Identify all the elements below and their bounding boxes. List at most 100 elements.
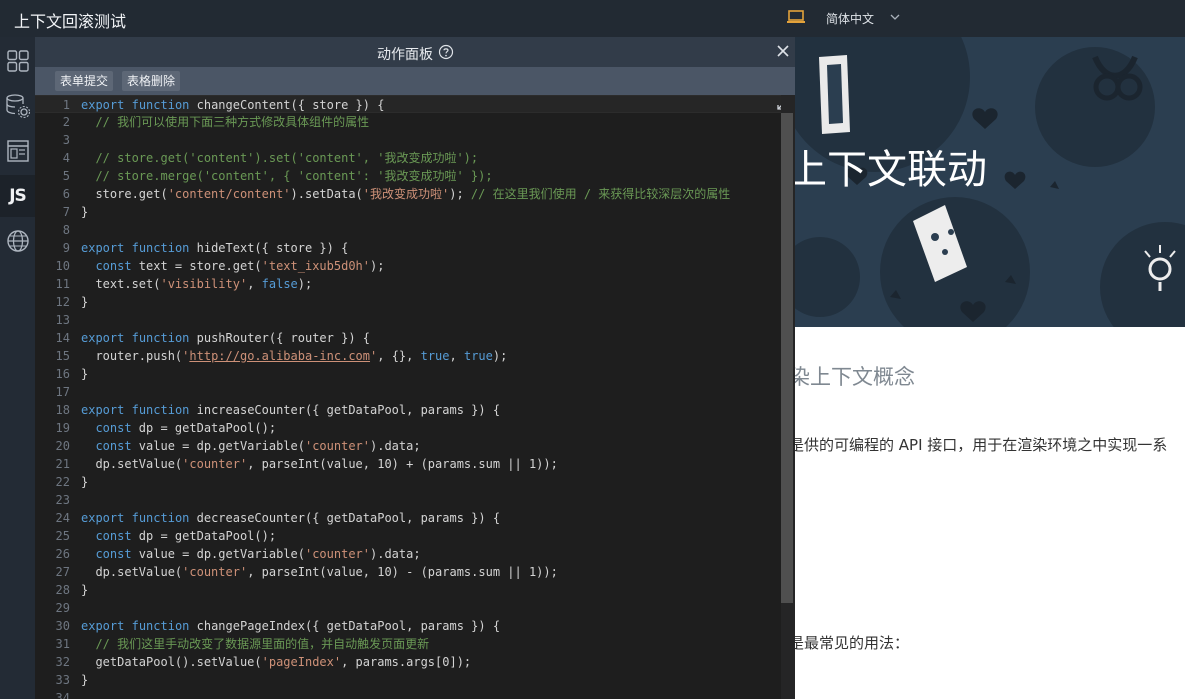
code-text: const value = dp.getVariable('counter').… <box>95 439 421 453</box>
line-number: 34 <box>55 691 70 699</box>
code-text: getDataPool().setValue('pageIndex', para… <box>81 655 472 669</box>
code-line[interactable]: 11 text.set('visibility', false); <box>35 275 781 293</box>
line-number: 6 <box>62 187 70 201</box>
line-number: 22 <box>55 475 70 489</box>
line-number: 1 <box>62 98 70 112</box>
code-text: export function pushRouter({ router }) { <box>81 331 371 345</box>
rail-item-datasource[interactable] <box>0 85 35 127</box>
code-text: } <box>81 295 89 309</box>
rail-item-layout[interactable] <box>0 130 35 172</box>
line-number: 25 <box>55 529 70 543</box>
panel-title: 动作面板 <box>377 47 433 63</box>
code-text: } <box>81 205 89 219</box>
code-line[interactable]: 15 router.push('http://go.alibaba-inc.co… <box>35 347 781 365</box>
code-text: export function changeContent({ store })… <box>81 98 385 112</box>
code-line[interactable]: 33} <box>35 671 781 689</box>
line-number: 20 <box>55 439 70 453</box>
app-title: 上下文回滚测试 <box>14 12 127 31</box>
code-line[interactable]: 18 export function increaseCounter({ getD… <box>35 401 781 419</box>
code-text: text.set('visibility', false); <box>81 277 313 291</box>
line-number: 28 <box>55 583 70 597</box>
line-number: 16 <box>55 367 70 381</box>
code-line[interactable]: 34 <box>35 689 781 699</box>
line-number: 24 <box>55 511 70 525</box>
code-text: const dp = getDataPool(); <box>95 421 277 435</box>
code-line[interactable]: 4 // store.get('content').set('content',… <box>35 149 781 167</box>
code-text: // store.merge('content', { 'content': '… <box>95 169 493 183</box>
code-line[interactable]: 14 export function pushRouter({ router })… <box>35 329 781 347</box>
action-panel: 动作面板 表单提交 表格删除 1 export function changeCo… <box>35 37 795 699</box>
code-line[interactable]: 1 export function changeContent({ store }… <box>35 95 781 113</box>
code-line[interactable]: 30 export function changePageIndex({ getD… <box>35 617 781 635</box>
code-text: // 我们可以使用下面三种方式修改具体组件的属性 <box>95 115 370 129</box>
top-bar: 上下文回滚测试 简体中文 <box>0 0 1185 37</box>
line-number: 21 <box>55 457 70 471</box>
code-line[interactable]: 20 const value = dp.getVariable('counter… <box>35 437 781 455</box>
code-line[interactable]: 25 const dp = getDataPool(); <box>35 527 781 545</box>
tab-form-submit[interactable]: 表单提交 <box>55 71 114 91</box>
editor-scrollbar-thumb[interactable] <box>781 113 793 603</box>
code-text: store.get('content/content').setData('我改… <box>81 187 731 201</box>
code-text: } <box>81 367 89 381</box>
code-line[interactable]: 3 <box>35 131 781 149</box>
code-text: const text = store.get('text_ixub5d0h'); <box>95 259 385 273</box>
usage-text: 是最常见的用法： <box>795 634 910 652</box>
laptop-icon[interactable] <box>786 9 806 25</box>
line-number: 12 <box>55 295 70 309</box>
code-text: dp.setValue('counter', parseInt(value, 1… <box>81 565 558 579</box>
code-line[interactable]: 28} <box>35 581 781 599</box>
code-text: // 我们这里手动改变了数据源里面的值，并自动触发页面更新 <box>95 637 430 651</box>
line-number: 26 <box>55 547 70 561</box>
line-number: 11 <box>55 277 70 291</box>
code-editor[interactable]: 1 export function changeContent({ store }… <box>35 95 781 699</box>
line-number: 31 <box>55 637 70 651</box>
code-line[interactable]: 10 const text = store.get('text_ixub5d0h… <box>35 257 781 275</box>
code-line[interactable]: 17 <box>35 383 781 401</box>
rail-item-js[interactable]: JS <box>0 175 35 217</box>
line-number: 10 <box>55 259 70 273</box>
rail-item-i18n[interactable] <box>0 220 35 262</box>
chevron-down-icon[interactable] <box>889 11 901 23</box>
code-line[interactable]: 13 <box>35 311 781 329</box>
code-line[interactable]: 23 <box>35 491 781 509</box>
hero-title: 上下文联动 <box>795 147 987 193</box>
code-text: export function changePageIndex({ getDat… <box>81 619 501 633</box>
code-line[interactable]: 6 store.get('content/content').setData('… <box>35 185 781 203</box>
code-line[interactable]: 22} <box>35 473 781 491</box>
line-number: 33 <box>55 673 70 687</box>
code-line[interactable]: 26 const value = dp.getVariable('counter… <box>35 545 781 563</box>
code-line[interactable]: 16} <box>35 365 781 383</box>
section-heading: 染上下文概念 <box>795 365 915 389</box>
close-icon[interactable] <box>776 44 790 58</box>
code-line[interactable]: 32 getDataPool().setValue('pageIndex', p… <box>35 653 781 671</box>
line-number: 30 <box>55 619 70 633</box>
tab-table-delete[interactable]: 表格删除 <box>122 71 181 91</box>
code-line[interactable]: 27 dp.setValue('counter', parseInt(value… <box>35 563 781 581</box>
code-line[interactable]: 21 dp.setValue('counter', parseInt(value… <box>35 455 781 473</box>
code-line[interactable]: 5 // store.merge('content', { 'content':… <box>35 167 781 185</box>
code-text: const value = dp.getVariable('counter').… <box>95 547 421 561</box>
line-number: 13 <box>55 313 70 327</box>
code-line[interactable]: 24 export function decreaseCounter({ getD… <box>35 509 781 527</box>
line-number: 14 <box>55 331 70 345</box>
code-line[interactable]: 7} <box>35 203 781 221</box>
language-selector[interactable]: 简体中文 <box>826 10 874 27</box>
section-paragraph: 是供的可编程的 API 接口，用于在渲染环境之中实现一系 <box>795 436 1168 454</box>
help-icon[interactable] <box>438 44 454 60</box>
code-line[interactable]: 29 <box>35 599 781 617</box>
rail-item-components[interactable] <box>0 40 35 82</box>
line-number: 7 <box>62 205 70 219</box>
code-line[interactable]: 31 // 我们这里手动改变了数据源里面的值，并自动触发页面更新 <box>35 635 781 653</box>
code-text: // store.get('content').set('content', '… <box>95 151 479 165</box>
line-number: 23 <box>55 493 70 507</box>
layout-icon <box>6 140 29 162</box>
grid-icon <box>6 50 29 72</box>
js-icon: JS <box>9 186 27 206</box>
code-line[interactable]: 2 // 我们可以使用下面三种方式修改具体组件的属性 <box>35 113 781 131</box>
code-line[interactable]: 12} <box>35 293 781 311</box>
line-number: 4 <box>62 151 70 165</box>
code-line[interactable]: 19 const dp = getDataPool(); <box>35 419 781 437</box>
code-line[interactable]: 8 <box>35 221 781 239</box>
line-number: 3 <box>62 133 70 147</box>
code-line[interactable]: 9 export function hideText({ store }) { <box>35 239 781 257</box>
